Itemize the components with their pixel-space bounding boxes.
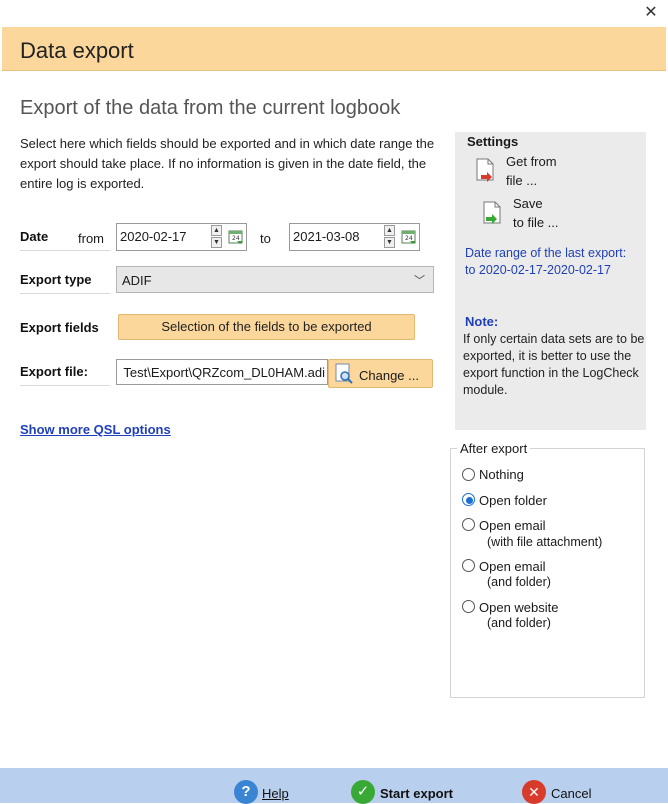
radio-sub-open-email: (with file attachment)	[487, 535, 603, 549]
after-export-title: After export	[457, 441, 531, 456]
save-to-file-link[interactable]: Save	[513, 196, 543, 211]
note-title: Note:	[465, 314, 499, 329]
start-export-button[interactable]: Start export	[380, 786, 453, 801]
radio-label-open-website[interactable]: Open website	[479, 600, 559, 615]
file-search-icon	[335, 363, 353, 384]
from-label: from	[78, 231, 104, 246]
select-fields-button[interactable]: Selection of the fields to be exported	[118, 314, 415, 340]
export-type-label: Export type	[20, 272, 110, 294]
get-from-file-link-line2[interactable]: file ...	[506, 173, 537, 188]
calendar-icon[interactable]: 24	[228, 229, 244, 245]
question-icon[interactable]: ?	[234, 780, 258, 804]
cancel-button[interactable]: Cancel	[551, 786, 591, 801]
export-file-label: Export file:	[20, 364, 110, 386]
radio-label-open-email-folder[interactable]: Open email	[479, 559, 545, 574]
intro-text: Select here which fields should be expor…	[20, 136, 435, 191]
save-to-file-icon[interactable]	[482, 201, 502, 225]
radio-label-nothing[interactable]: Nothing	[479, 467, 524, 482]
show-more-qsl-options-link[interactable]: Show more QSL options	[20, 422, 171, 437]
export-fields-label: Export fields	[20, 320, 99, 335]
note-text: If only certain data sets are to be expo…	[463, 332, 645, 397]
to-label: to	[260, 231, 271, 246]
spin-up-icon[interactable]: ▲	[384, 225, 395, 236]
to-date-value: 2021-03-08	[293, 229, 360, 244]
from-date-input[interactable]: 2020-02-17 ▲ ▼ 24	[116, 223, 247, 251]
radio-nothing[interactable]	[462, 468, 475, 481]
radio-open-website[interactable]	[462, 600, 475, 613]
to-date-input[interactable]: 2021-03-08 ▲ ▼ 24	[289, 223, 420, 251]
close-icon[interactable]: ✕	[522, 780, 546, 804]
get-from-file-icon[interactable]	[475, 158, 495, 182]
close-window-button[interactable]: ✕	[640, 2, 662, 24]
spin-up-icon[interactable]: ▲	[211, 225, 222, 236]
page-subtitle: Export of the data from the current logb…	[20, 97, 401, 119]
radio-label-open-folder[interactable]: Open folder	[479, 493, 547, 508]
radio-sub-open-website: (and folder)	[487, 616, 551, 630]
svg-text:24: 24	[405, 235, 413, 242]
last-export-range: Date range of the last export: to 2020-0…	[465, 246, 627, 277]
settings-title: Settings	[467, 134, 519, 149]
save-to-file-link-line2[interactable]: to file ...	[513, 215, 559, 230]
radio-label-open-email[interactable]: Open email	[479, 518, 545, 533]
svg-text:24: 24	[232, 235, 240, 242]
radio-open-folder[interactable]	[462, 493, 475, 506]
dialog-title: Data export	[20, 38, 134, 63]
spin-down-icon[interactable]: ▼	[211, 237, 222, 248]
radio-sub-open-email-folder: (and folder)	[487, 575, 551, 589]
export-file-value: Test\Export\QRZcom_DL0HAM.adi	[123, 365, 325, 380]
spin-down-icon[interactable]: ▼	[384, 237, 395, 248]
get-from-file-link[interactable]: Get from	[506, 154, 557, 169]
export-file-input[interactable]: Test\Export\QRZcom_DL0HAM.adi	[116, 359, 328, 385]
export-type-select[interactable]: ADIF ﹀	[116, 266, 434, 293]
from-date-value: 2020-02-17	[120, 229, 187, 244]
chevron-down-icon: ﹀	[414, 275, 425, 287]
change-file-button[interactable]: Change ...	[328, 359, 433, 388]
from-date-spinner[interactable]: ▲ ▼	[211, 225, 223, 249]
radio-open-email[interactable]	[462, 518, 475, 531]
calendar-icon[interactable]: 24	[401, 229, 417, 245]
change-button-label: Change ...	[359, 368, 419, 383]
checkmark-icon[interactable]: ✓	[351, 780, 375, 804]
to-date-spinner[interactable]: ▲ ▼	[384, 225, 396, 249]
help-button[interactable]: Help	[262, 786, 289, 801]
export-type-value: ADIF	[122, 273, 152, 288]
radio-open-email-folder[interactable]	[462, 559, 475, 572]
